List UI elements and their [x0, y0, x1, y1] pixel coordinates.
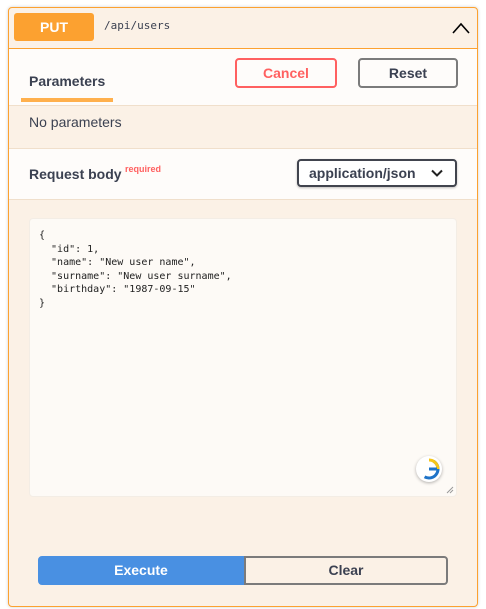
resize-handle-icon[interactable] — [446, 486, 454, 494]
request-body-header: Request body required application/json — [9, 148, 477, 200]
tab-parameters[interactable]: Parameters — [29, 73, 105, 89]
content-type-value: application/json — [309, 165, 416, 181]
cancel-button[interactable]: Cancel — [235, 58, 337, 88]
chevron-down-icon — [431, 169, 443, 177]
operation-summary[interactable]: PUT /api/users — [9, 8, 477, 49]
execute-button[interactable]: Execute — [38, 556, 244, 585]
request-body-title: Request body — [29, 166, 122, 182]
required-badge: required — [125, 164, 162, 174]
http-method-badge: PUT — [14, 13, 94, 41]
chevron-up-icon[interactable] — [451, 21, 471, 35]
operation-block-put-users: PUT /api/users Parameters Cancel Reset N… — [8, 7, 478, 607]
tab-active-indicator — [21, 98, 113, 102]
grammarly-g-icon[interactable] — [416, 456, 442, 482]
no-parameters-text: No parameters — [29, 114, 122, 130]
endpoint-path: /api/users — [104, 19, 171, 32]
request-body-editor[interactable]: { "id": 1, "name": "New user name", "sur… — [29, 218, 457, 497]
request-body-json[interactable]: { "id": 1, "name": "New user name", "sur… — [39, 229, 232, 310]
content-type-select[interactable]: application/json — [297, 159, 457, 187]
reset-button[interactable]: Reset — [358, 58, 458, 88]
clear-button[interactable]: Clear — [244, 556, 448, 585]
